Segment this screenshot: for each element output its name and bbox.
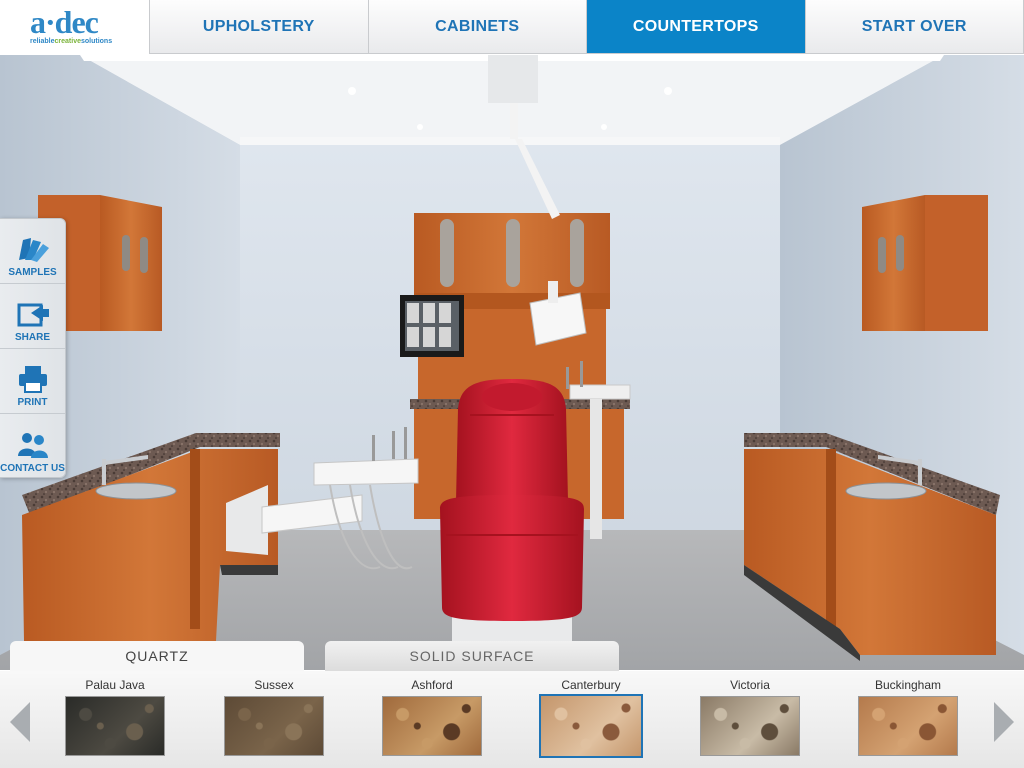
room-illustration (0, 55, 1024, 670)
printer-icon (18, 366, 47, 393)
side-toolbar: SAMPLES SHARE PRINT CONTACT US (0, 218, 66, 478)
swatch-fan-icon (18, 238, 49, 262)
swatch-image (700, 696, 800, 756)
people-icon (17, 433, 48, 458)
brand-logo[interactable]: a·dec reliablecreativesolutions (0, 0, 150, 54)
samples-button[interactable]: SAMPLES (0, 219, 65, 284)
swatch-image (65, 696, 165, 756)
swatch-sussex[interactable]: Sussex (219, 676, 329, 756)
share-icon (17, 303, 49, 327)
tab-start-over[interactable]: START OVER (806, 0, 1024, 53)
tab-countertops[interactable]: COUNTERTOPS (587, 0, 806, 53)
swatch-palau-java[interactable]: Palau Java (60, 676, 170, 756)
print-button[interactable]: PRINT (0, 349, 65, 414)
tab-upholstery[interactable]: UPHOLSTERY (150, 0, 369, 53)
tab-solid-surface[interactable]: SOLID SURFACE (325, 641, 619, 671)
logo-wordmark: a·dec (30, 4, 99, 40)
carousel-next-arrow-icon[interactable] (994, 702, 1014, 742)
share-button[interactable]: SHARE (0, 284, 65, 349)
swatch-ashford[interactable]: Ashford (377, 676, 487, 756)
swatch-canterbury[interactable]: Canterbury (536, 676, 646, 758)
swatch-image (382, 696, 482, 756)
swatch-victoria[interactable]: Victoria (695, 676, 805, 756)
tab-quartz[interactable]: QUARTZ (10, 641, 304, 671)
logo-tagline: reliablecreativesolutions (30, 38, 113, 45)
contact-us-button[interactable]: CONTACT US (0, 414, 65, 479)
carousel-prev-arrow-icon[interactable] (10, 702, 30, 742)
swatch-buckingham[interactable]: Buckingham (853, 676, 963, 756)
material-tabs: QUARTZ SOLID SURFACE (0, 641, 1024, 671)
operatory-scene (0, 55, 1024, 670)
swatch-image (858, 696, 958, 756)
tab-cabinets[interactable]: CABINETS (369, 0, 587, 53)
top-nav-bar: a·dec reliablecreativesolutions UPHOLSTE… (0, 0, 1024, 54)
swatch-image (224, 696, 324, 756)
swatch-image (539, 694, 643, 758)
